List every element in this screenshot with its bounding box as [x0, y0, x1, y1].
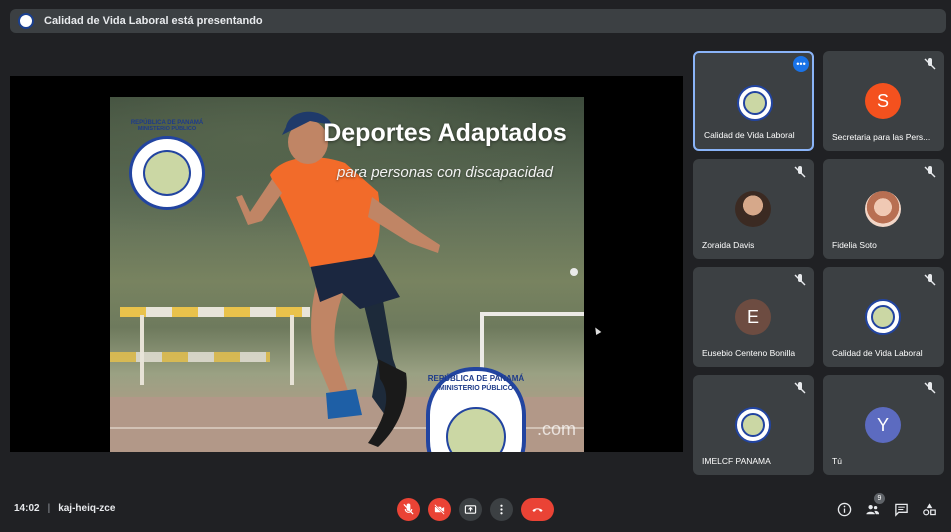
mic-off-icon	[793, 381, 807, 395]
mic-off-icon	[403, 503, 414, 515]
mic-off-icon	[923, 57, 937, 71]
bottom-toolbar: 14:02 | kaj-heiq-zce	[0, 490, 951, 532]
slide-title: Deportes Adaptados	[323, 119, 567, 147]
avatar	[737, 85, 773, 121]
present-button[interactable]	[459, 498, 482, 521]
emblem-country-label: REPÚBLICA DE PANAMÁ	[427, 374, 525, 383]
avatar-photo	[735, 191, 771, 227]
emblem-ministry-label: MINISTERIO PÚBLICO	[438, 385, 514, 392]
meet-window: Calidad de Vida Laboral está presentando	[0, 0, 951, 532]
participant-tile[interactable]: IMELCF PANAMA	[693, 375, 814, 475]
mic-off-icon	[923, 381, 937, 395]
participant-tile[interactable]: Fidelia Soto	[823, 159, 944, 259]
activities-icon	[922, 502, 936, 515]
present-icon	[464, 505, 477, 514]
participant-name: Zoraida Davis	[702, 240, 755, 250]
more-options-icon[interactable]: •••	[793, 56, 809, 72]
avatar	[735, 407, 771, 443]
institute-emblem-large: REPÚBLICA DE PANAMÁ MINISTERIO PÚBLICO	[426, 367, 526, 452]
participant-tile[interactable]: Zoraida Davis	[693, 159, 814, 259]
meeting-code[interactable]: kaj-heiq-zce	[58, 503, 115, 514]
participant-name: Eusebio Centeno Bonilla	[702, 348, 796, 358]
participant-tile[interactable]: Calidad de Vida Laboral	[823, 267, 944, 367]
avatar: Y	[865, 407, 901, 443]
meeting-details-button[interactable]	[835, 500, 853, 518]
avatar-photo	[865, 191, 901, 227]
leave-call-button[interactable]	[521, 498, 554, 521]
activities-button[interactable]	[920, 500, 938, 518]
divider: |	[47, 503, 51, 514]
slide-subtitle: para personas con discapacidad	[337, 164, 553, 181]
participant-tile[interactable]: ••• Calidad de Vida Laboral	[693, 51, 814, 151]
participant-name: Tú	[832, 456, 842, 466]
camera-off-icon	[434, 504, 445, 515]
slide-watermark: .com	[537, 419, 577, 439]
avatar: S	[865, 83, 901, 119]
info-icon	[837, 502, 851, 516]
participant-name: Calidad de Vida Laboral	[832, 348, 923, 358]
avatar: E	[735, 299, 771, 335]
presenting-text: Calidad de Vida Laboral está presentando	[44, 15, 263, 27]
presentation-stage[interactable]: Deportes Adaptados para personas con dis…	[10, 76, 683, 452]
people-count-badge: 9	[874, 493, 885, 504]
chat-button[interactable]	[892, 500, 910, 518]
clock-time: 14:02	[14, 503, 40, 514]
participant-name: Calidad de Vida Laboral	[704, 130, 795, 140]
participant-name: Secretaria para las Pers...	[832, 132, 931, 142]
mic-off-icon	[793, 273, 807, 287]
participant-name: Fidelia Soto	[832, 240, 877, 250]
mic-off-icon	[793, 165, 807, 179]
presenter-logo-icon	[18, 13, 34, 29]
mic-off-icon	[923, 165, 937, 179]
avatar	[865, 299, 901, 335]
emblem-ministry-label: MINISTERIO PÚBLICO	[137, 126, 197, 132]
mic-toggle-button[interactable]	[397, 498, 420, 521]
mic-off-icon	[923, 273, 937, 287]
chat-icon	[894, 503, 908, 517]
meeting-info: 14:02 | kaj-heiq-zce	[14, 503, 115, 514]
hang-up-icon	[532, 508, 543, 512]
camera-toggle-button[interactable]	[428, 498, 451, 521]
participant-tile[interactable]: Y Tú	[823, 375, 944, 475]
presenting-banner: Calidad de Vida Laboral está presentando	[10, 9, 946, 33]
participant-tile[interactable]: S Secretaria para las Pers...	[823, 51, 944, 151]
participant-name: IMELCF PANAMA	[702, 456, 771, 466]
institute-emblem: REPÚBLICA DE PANAMÁ MINISTERIO PÚBLICO	[129, 118, 205, 210]
more-options-button[interactable]	[490, 498, 513, 521]
more-vert-icon	[500, 504, 503, 515]
participant-tile[interactable]: E Eusebio Centeno Bonilla	[693, 267, 814, 367]
